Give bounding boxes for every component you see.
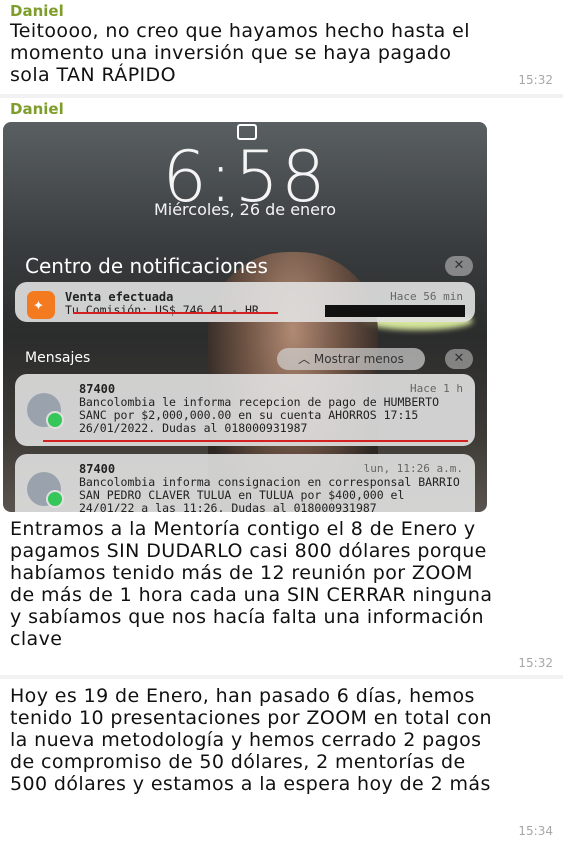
- show-less-label: Mostrar menos: [313, 352, 404, 366]
- sender-name: Daniel: [10, 2, 64, 20]
- sms-time: Hace 1 h: [410, 382, 463, 395]
- highlight-underline: [73, 312, 278, 314]
- messages-badge-icon: [46, 490, 64, 508]
- highlight-underline: [43, 440, 468, 442]
- notification-card-sale[interactable]: ✦ Venta efectuada Hace 56 min Tu Comisió…: [15, 282, 475, 322]
- chat-message[interactable]: Daniel Teitoooo, no creo que hayamos hec…: [0, 0, 563, 94]
- section-title: Mensajes: [25, 350, 91, 366]
- sparkle-icon: ✦: [33, 294, 44, 315]
- app-icon: ✦: [27, 291, 55, 319]
- sms-time: lun, 11:26 a.m.: [363, 462, 463, 475]
- message-time: 15:32: [518, 73, 553, 87]
- notification-center-title: Centro de notificaciones: [25, 254, 268, 278]
- sms-body: Bancolombia informa consignacion en corr…: [79, 475, 460, 513]
- notification-time: Hace 56 min: [390, 290, 463, 303]
- avatar: [27, 472, 64, 508]
- sms-sender: 87400: [79, 382, 116, 396]
- chat-message[interactable]: Hoy es 19 de Enero, han pasado 6 días, h…: [0, 679, 563, 843]
- notification-title: Venta efectuada: [65, 290, 174, 304]
- notification-card-sms[interactable]: 87400 Hace 1 h Bancolombia le informa re…: [15, 374, 475, 446]
- message-time: 15:32: [518, 656, 553, 670]
- message-text: Entramos a la Mentoría contigo el 8 de E…: [10, 518, 493, 650]
- attached-screenshot-image[interactable]: 6:58 Miércoles, 26 de enero Centro de no…: [3, 122, 487, 512]
- messages-badge-icon: [46, 411, 64, 429]
- sender-name: Daniel: [10, 100, 64, 118]
- avatar: [27, 393, 64, 429]
- message-time: 15:34: [518, 824, 553, 838]
- show-less-button[interactable]: ︿ Mostrar menos: [277, 348, 425, 370]
- sms-sender: 87400: [79, 462, 116, 476]
- lockscreen-date: Miércoles, 26 de enero: [153, 200, 337, 219]
- notification-card-sms[interactable]: 87400 lun, 11:26 a.m. Bancolombia inform…: [15, 454, 475, 512]
- sms-body: Bancolombia le informa recepcion de pago…: [79, 395, 440, 435]
- chevron-up-icon: ︿: [298, 352, 314, 366]
- message-text: Teitoooo, no creo que hayamos hecho hast…: [10, 20, 470, 86]
- close-icon[interactable]: ✕: [445, 256, 473, 276]
- redaction-bar: [325, 305, 465, 317]
- message-text: Hoy es 19 de Enero, han pasado 6 días, h…: [10, 685, 492, 795]
- close-icon[interactable]: ✕: [445, 349, 473, 369]
